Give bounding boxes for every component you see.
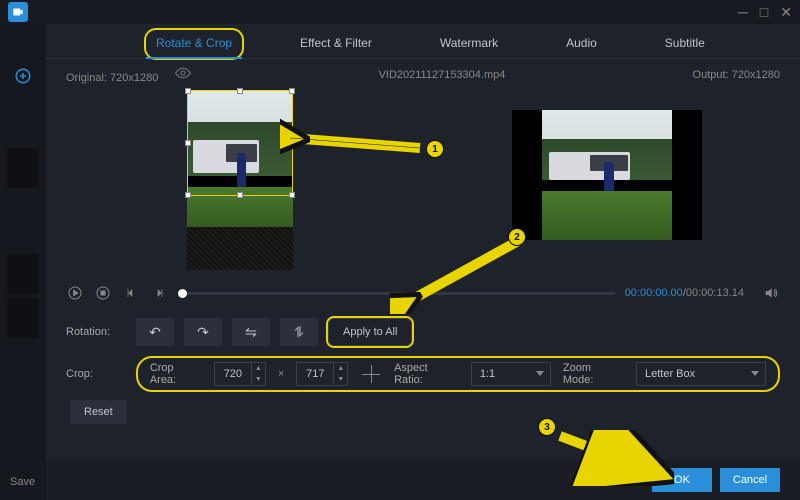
crop-handle[interactable] [289, 140, 295, 146]
zoom-mode-select[interactable]: Letter Box [636, 362, 766, 386]
close-button[interactable]: ✕ [780, 4, 792, 21]
next-frame-button[interactable] [150, 284, 168, 302]
ok-button[interactable]: OK [652, 468, 712, 492]
tab-effect-filter[interactable]: Effect & Filter [290, 30, 382, 58]
flip-horizontal-button[interactable]: ⇋ [232, 318, 270, 346]
filename: VID20211127153304.mp4 [191, 69, 692, 81]
seek-track[interactable] [178, 292, 615, 295]
spinner-up-icon[interactable]: ▲ [333, 363, 347, 374]
tab-rotate-crop[interactable]: Rotate & Crop [146, 30, 242, 58]
output-dimensions: Output: 720x1280 [693, 69, 780, 81]
crop-highlight-group: Crop Area: ▲▼ × ▲▼ Aspect Ratio: 1:1 Zoo… [136, 356, 780, 392]
crop-row: Crop: Crop Area: ▲▼ × ▲▼ Aspect Ratio: 1… [66, 356, 780, 392]
cancel-button[interactable]: Cancel [720, 468, 780, 492]
aspect-ratio-label: Aspect Ratio: [394, 362, 459, 386]
preview-area [46, 90, 800, 276]
edit-controls: Rotation: ↶ ↷ ⇋ ⥮ Apply to All Crop: Cro… [46, 308, 800, 436]
crop-height-input[interactable] [297, 368, 333, 380]
prev-frame-button[interactable] [122, 284, 140, 302]
output-video-frame [512, 110, 702, 240]
rotate-left-button[interactable]: ↶ [136, 318, 174, 346]
app-logo [8, 2, 28, 22]
stop-button[interactable] [94, 284, 112, 302]
rotation-label: Rotation: [66, 326, 126, 338]
crop-handle[interactable] [185, 140, 191, 146]
original-dimensions: Original: 720x1280 [66, 72, 158, 84]
crop-label: Crop: [66, 368, 126, 380]
flip-vertical-button[interactable]: ⥮ [280, 318, 318, 346]
minimize-button[interactable]: ─ [738, 4, 748, 21]
reset-button[interactable]: Reset [70, 400, 127, 424]
main-panel: Rotate & Crop Effect & Filter Watermark … [46, 24, 800, 500]
crop-selection[interactable] [187, 90, 293, 196]
sidebar-thumb[interactable] [7, 148, 39, 188]
save-label[interactable]: Save [10, 476, 35, 488]
preview-output [433, 90, 780, 276]
spinner-down-icon[interactable]: ▼ [333, 374, 347, 385]
crop-handle[interactable] [185, 192, 191, 198]
crop-handle[interactable] [237, 192, 243, 198]
spinner-down-icon[interactable]: ▼ [251, 374, 265, 385]
apply-to-all-button[interactable]: Apply to All [328, 318, 412, 346]
aspect-ratio-select[interactable]: 1:1 [471, 362, 551, 386]
maximize-button[interactable]: □ [760, 4, 768, 21]
crop-width-input[interactable] [215, 368, 251, 380]
sidebar-thumb[interactable] [7, 254, 39, 294]
preview-original [66, 90, 413, 276]
crop-handle[interactable] [289, 88, 295, 94]
crop-handle[interactable] [185, 88, 191, 94]
center-crop-button[interactable] [360, 363, 382, 385]
play-button[interactable] [66, 284, 84, 302]
timecode: 00:00:00.00/00:00:13.14 [625, 287, 744, 299]
spinner-up-icon[interactable]: ▲ [251, 363, 265, 374]
add-button[interactable] [7, 60, 39, 92]
preview-toggle-icon[interactable] [175, 65, 191, 81]
info-row: Original: 720x1280 VID20211127153304.mp4… [46, 59, 800, 90]
rotate-right-button[interactable]: ↷ [184, 318, 222, 346]
tab-bar: Rotate & Crop Effect & Filter Watermark … [46, 24, 800, 59]
playback-bar: 00:00:00.00/00:00:13.14 [46, 276, 800, 308]
left-sidebar: Save [0, 24, 46, 500]
tab-watermark[interactable]: Watermark [430, 30, 508, 58]
sidebar-thumb[interactable] [7, 298, 39, 338]
crop-handle[interactable] [289, 192, 295, 198]
crop-width-field[interactable]: ▲▼ [214, 362, 266, 386]
volume-button[interactable] [762, 284, 780, 302]
crop-area-label: Crop Area: [150, 362, 202, 386]
tab-subtitle[interactable]: Subtitle [655, 30, 715, 58]
times-symbol: × [278, 368, 284, 380]
crop-height-field[interactable]: ▲▼ [296, 362, 348, 386]
tab-audio[interactable]: Audio [556, 30, 607, 58]
zoom-mode-label: Zoom Mode: [563, 362, 624, 386]
seek-knob[interactable] [178, 289, 187, 298]
title-bar: ─ □ ✕ [0, 0, 800, 24]
crop-handle[interactable] [237, 88, 243, 94]
rotation-row: Rotation: ↶ ↷ ⇋ ⥮ Apply to All [66, 318, 780, 346]
footer: OK Cancel [46, 460, 800, 500]
